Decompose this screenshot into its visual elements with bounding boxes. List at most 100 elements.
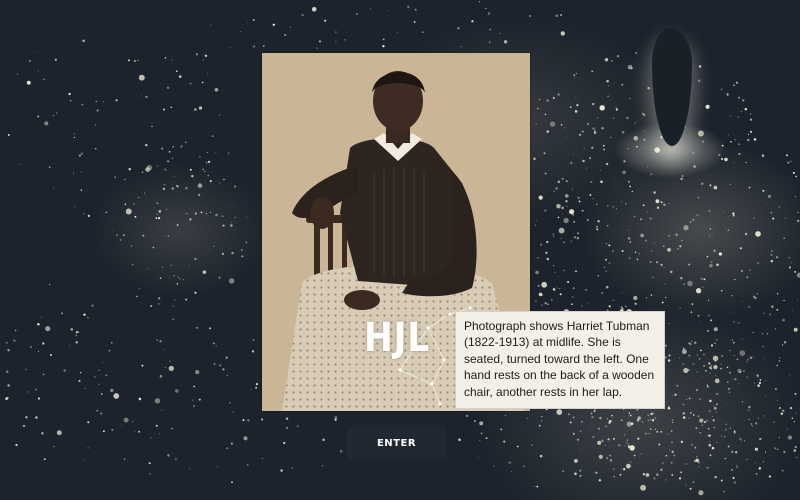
city-light-dot bbox=[681, 175, 684, 177]
city-light-dot bbox=[752, 332, 754, 334]
city-light-dot bbox=[247, 419, 250, 422]
city-light-dot bbox=[755, 472, 758, 475]
city-light-dot bbox=[722, 210, 724, 212]
city-light-dot bbox=[714, 374, 717, 376]
city-light-dot bbox=[339, 450, 343, 453]
city-light-dot bbox=[667, 359, 671, 362]
city-light-dot bbox=[283, 441, 286, 445]
city-light-dot bbox=[707, 330, 709, 332]
city-light-dot bbox=[668, 234, 670, 237]
city-light-dot bbox=[782, 318, 785, 322]
city-light-dot bbox=[572, 188, 573, 190]
city-light-dot bbox=[155, 217, 158, 220]
city-light-dot bbox=[202, 168, 204, 171]
city-light-dot bbox=[16, 73, 19, 75]
city-light-dot bbox=[487, 12, 491, 15]
city-light-dot bbox=[382, 44, 385, 48]
city-light-dot bbox=[78, 379, 81, 382]
city-light-dot bbox=[730, 115, 732, 117]
city-light-dot bbox=[574, 110, 578, 113]
city-light-dot bbox=[13, 339, 16, 342]
city-light-dot bbox=[7, 384, 10, 387]
enter-button[interactable]: ENTER bbox=[347, 427, 446, 459]
city-light-dot bbox=[701, 182, 704, 185]
city-light-dot bbox=[675, 233, 678, 236]
city-light-dot bbox=[533, 157, 536, 161]
city-light-dot bbox=[22, 424, 26, 428]
city-light-dot bbox=[575, 72, 578, 75]
city-light-dot bbox=[26, 80, 31, 85]
city-light-dot bbox=[601, 439, 604, 443]
city-light-dot bbox=[606, 418, 609, 420]
city-light-dot bbox=[113, 393, 120, 399]
city-light-dot bbox=[636, 258, 639, 261]
city-light-dot bbox=[701, 424, 704, 427]
city-light-dot bbox=[130, 245, 133, 247]
city-light-dot bbox=[680, 177, 683, 181]
city-light-dot bbox=[709, 441, 711, 443]
city-light-dot bbox=[234, 185, 237, 188]
city-light-dot bbox=[753, 138, 757, 141]
city-light-dot bbox=[716, 441, 718, 443]
city-light-dot bbox=[41, 432, 44, 435]
city-light-dot bbox=[769, 313, 771, 316]
city-light-dot bbox=[105, 211, 108, 214]
city-light-dot bbox=[213, 245, 215, 248]
city-light-dot bbox=[234, 216, 236, 219]
city-light-dot bbox=[128, 59, 130, 62]
city-light-dot bbox=[477, 457, 479, 459]
city-light-dot bbox=[674, 393, 677, 397]
city-light-dot bbox=[781, 469, 784, 472]
city-light-dot bbox=[557, 93, 560, 96]
city-light-dot bbox=[757, 375, 759, 378]
city-light-dot bbox=[679, 307, 681, 309]
city-light-dot bbox=[732, 214, 735, 217]
city-light-dot bbox=[652, 276, 654, 278]
city-light-dot bbox=[605, 285, 609, 289]
city-light-dot bbox=[605, 243, 608, 245]
city-light-dot bbox=[35, 388, 38, 391]
city-light-dot bbox=[651, 418, 655, 422]
city-light-dot bbox=[621, 292, 623, 294]
city-light-dot bbox=[626, 116, 629, 120]
city-light-dot bbox=[718, 252, 723, 256]
city-light-dot bbox=[790, 160, 792, 163]
city-light-dot bbox=[53, 446, 55, 448]
city-light-dot bbox=[671, 462, 673, 464]
city-light-dot bbox=[159, 340, 162, 343]
city-light-dot bbox=[291, 467, 294, 469]
city-light-dot bbox=[480, 432, 483, 435]
city-light-dot bbox=[580, 449, 582, 451]
city-light-dot bbox=[581, 209, 584, 212]
city-light-dot bbox=[794, 445, 798, 449]
city-light-dot bbox=[761, 154, 765, 157]
city-light-dot bbox=[597, 220, 600, 223]
city-light-dot bbox=[756, 293, 758, 295]
city-light-dot bbox=[703, 353, 705, 356]
city-light-dot bbox=[311, 7, 317, 12]
city-light-dot bbox=[611, 414, 613, 417]
city-light-dot bbox=[549, 198, 551, 200]
city-light-dot bbox=[713, 405, 715, 407]
city-light-dot bbox=[171, 187, 175, 190]
city-light-dot bbox=[168, 277, 170, 279]
city-light-dot bbox=[176, 185, 179, 188]
city-light-dot bbox=[194, 291, 197, 294]
city-light-dot bbox=[746, 458, 748, 460]
city-light-dot bbox=[242, 419, 245, 422]
city-light-dot bbox=[42, 373, 45, 376]
city-light-dot bbox=[571, 303, 573, 306]
city-light-dot bbox=[255, 386, 258, 389]
city-light-dot bbox=[633, 295, 638, 301]
city-light-dot bbox=[748, 305, 751, 308]
city-light-dot bbox=[683, 283, 686, 286]
city-light-dot bbox=[207, 151, 209, 153]
city-light-dot bbox=[711, 234, 713, 236]
city-light-dot bbox=[546, 257, 550, 261]
city-light-dot bbox=[560, 14, 563, 16]
city-light-dot bbox=[215, 152, 217, 154]
city-light-dot bbox=[762, 189, 765, 192]
city-light-dot bbox=[626, 440, 628, 442]
city-light-dot bbox=[767, 194, 772, 198]
city-light-dot bbox=[762, 345, 764, 348]
